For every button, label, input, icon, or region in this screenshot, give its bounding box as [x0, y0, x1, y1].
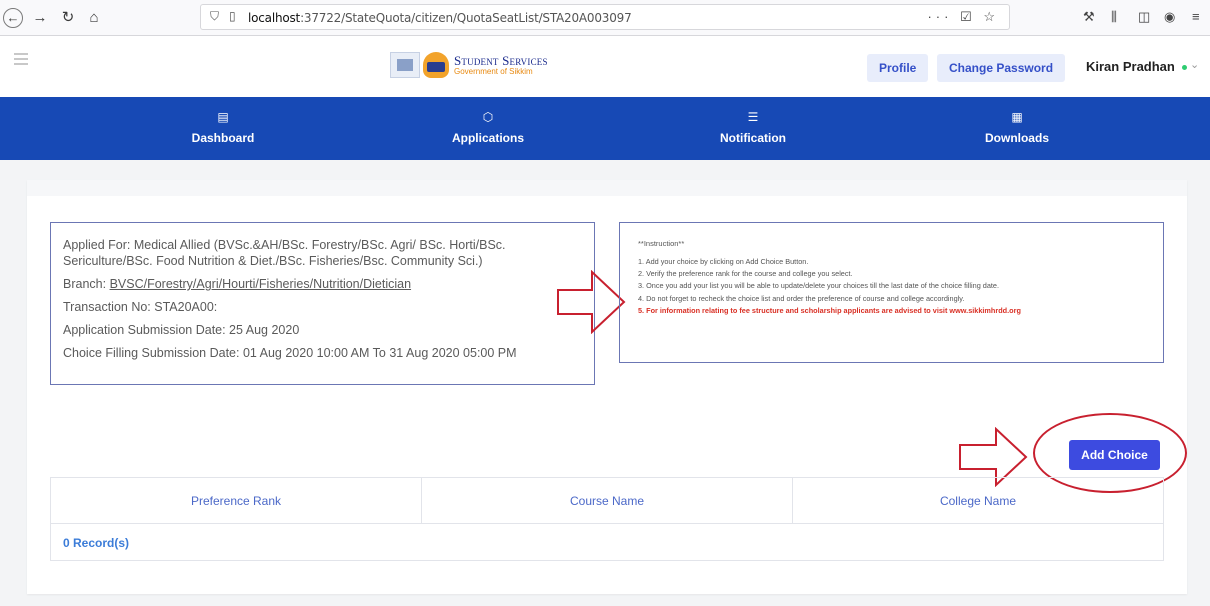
record-count: 0 Record(s) — [63, 536, 130, 550]
shield-icon: ⛉ — [210, 9, 220, 23]
app-header: Student Services Government of Sikkim Pr… — [0, 37, 1210, 97]
applications-icon: ⬡ — [482, 110, 494, 124]
instruction-line: 3. Once you add your list you will be ab… — [638, 281, 1000, 291]
back-arrow-icon[interactable]: ← — [3, 8, 23, 28]
applied-for-text: Applied For: Medical Allied (BVSc.&AH/BS… — [63, 238, 506, 268]
annotation-arrow-icon — [557, 270, 626, 334]
column-course-name[interactable]: Course Name — [422, 478, 793, 523]
main-nav: ▤ Dashboard ⬡ Applications ☰ Notificatio… — [0, 97, 1210, 160]
downloads-icon: ▦ — [1011, 110, 1023, 124]
address-bar[interactable]: ⛉ ▯ localhost:37722/StateQuota/citizen/Q… — [200, 4, 1010, 30]
notification-icon: ☰ — [747, 110, 759, 124]
logo-subtitle: Government of Sikkim — [454, 66, 533, 76]
book-icon — [423, 52, 449, 78]
account-icon[interactable]: ◉ — [1164, 9, 1175, 25]
online-status-icon — [1182, 65, 1187, 70]
column-preference-rank[interactable]: Preference Rank — [51, 478, 422, 523]
user-name[interactable]: Kiran Pradhan — [1086, 59, 1175, 74]
home-icon[interactable]: ⌂ — [84, 8, 104, 28]
instructions-box: **Instruction** 1. Add your choice by cl… — [619, 222, 1164, 363]
instructions-title: **Instruction** — [638, 239, 685, 248]
instruction-line: 1. Add your choice by clicking on Add Ch… — [638, 257, 809, 266]
nav-applications[interactable]: ⬡ Applications — [413, 97, 563, 160]
instruction-warning: 5. For information relating to fee struc… — [638, 305, 1021, 315]
logo[interactable]: Student Services Government of Sikkim — [390, 52, 548, 78]
wrench-icon[interactable]: ⚒ — [1083, 9, 1095, 25]
nav-notification[interactable]: ☰ Notification — [678, 97, 828, 160]
url-text: localhost:37722/StateQuota/citizen/Quota… — [248, 11, 632, 25]
page-actions-icon[interactable]: ··· ☑ ☆ — [927, 9, 999, 25]
menu-icon[interactable]: ≡ — [1192, 9, 1200, 24]
choice-filling-date-text: Choice Filling Submission Date: 01 Aug 2… — [63, 346, 517, 360]
reload-icon[interactable]: ↻ — [58, 8, 78, 28]
profile-button[interactable]: Profile — [867, 54, 929, 82]
column-college-name[interactable]: College Name — [793, 478, 1163, 523]
logo-title: Student Services — [454, 52, 548, 68]
branch-link[interactable]: BVSC/Forestry/Agri/Hourti/Fisheries/Nutr… — [110, 277, 411, 291]
branch-text: Branch: BVSC/Forestry/Agri/Hourti/Fisher… — [63, 277, 412, 291]
sidebar-icon[interactable]: ◫ — [1138, 9, 1150, 25]
change-password-button[interactable]: Change Password — [937, 54, 1066, 82]
instruction-line: 4. Do not forget to recheck the choice l… — [638, 293, 965, 303]
library-icon[interactable]: ⫼ — [1111, 9, 1117, 25]
page-icon: ▯ — [229, 9, 236, 23]
forward-arrow-icon[interactable]: → — [30, 8, 50, 28]
dashboard-icon: ▤ — [217, 110, 229, 124]
nav-dashboard[interactable]: ▤ Dashboard — [148, 97, 298, 160]
transaction-text: Transaction No: STA20A00: — [63, 300, 218, 314]
submission-date-text: Application Submission Date: 25 Aug 2020 — [63, 323, 300, 337]
application-info-box: Applied For: Medical Allied (BVSc.&AH/BS… — [50, 222, 595, 385]
hamburger-icon[interactable] — [14, 53, 28, 65]
table-header: Preference Rank Course Name College Name — [51, 478, 1163, 524]
chevron-down-icon[interactable]: ⌄ — [1190, 58, 1199, 71]
instruction-line: 2. Verify the preference rank for the co… — [638, 269, 853, 279]
nav-downloads[interactable]: ▦ Downloads — [942, 97, 1092, 160]
browser-toolbar: ← → ↻ ⌂ ⛉ ▯ localhost:37722/StateQuota/c… — [0, 0, 1210, 36]
emblem-icon — [390, 52, 420, 78]
choice-table: Preference Rank Course Name College Name… — [50, 477, 1164, 561]
